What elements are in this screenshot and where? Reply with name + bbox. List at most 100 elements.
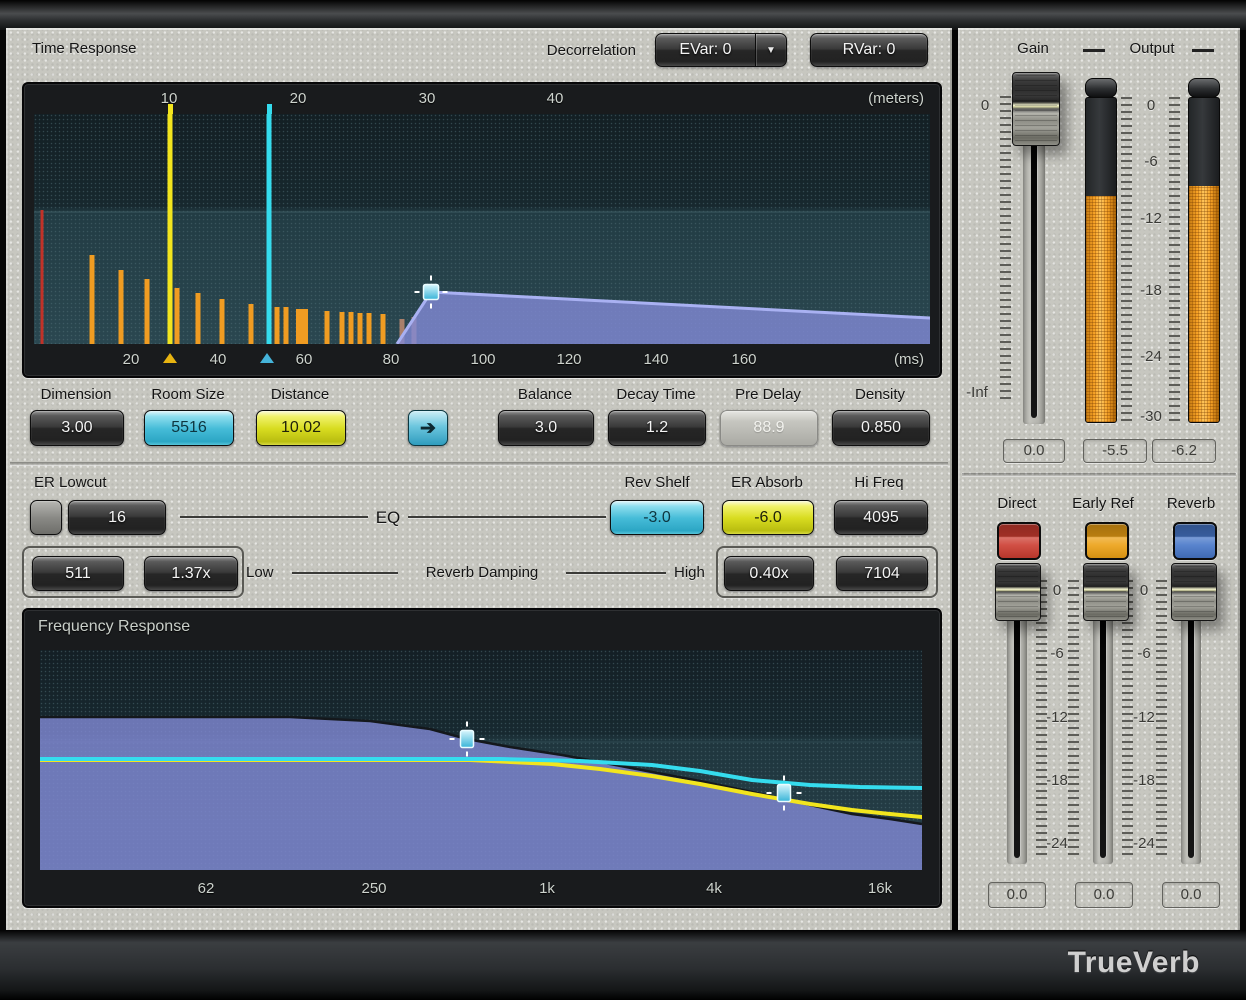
pre-delay-label: Pre Delay bbox=[720, 386, 816, 403]
early-reflection-bar bbox=[275, 307, 280, 344]
rev-shelf-value-button[interactable]: -3.0 bbox=[610, 500, 704, 535]
reverb-value-box[interactable]: 0.0 bbox=[1162, 882, 1220, 908]
evar-value: EVar: 0 bbox=[656, 41, 755, 59]
meter-scale-ticks bbox=[1121, 97, 1132, 421]
early-reflection-bar bbox=[220, 299, 225, 344]
early-ref-mute-button[interactable] bbox=[1085, 522, 1129, 560]
direct-fader-handle[interactable] bbox=[995, 563, 1041, 621]
density-value-button[interactable]: 0.850 bbox=[832, 410, 930, 446]
fader-scale-label: -18 bbox=[1046, 772, 1068, 789]
fader-scale-label: 0 bbox=[1053, 582, 1061, 599]
gain-scale-top: 0 bbox=[981, 97, 989, 114]
early-reflection-bar bbox=[145, 279, 150, 344]
er-absorb-value-button[interactable]: -6.0 bbox=[722, 500, 814, 535]
damping-low-freq-button[interactable]: 511 bbox=[32, 556, 124, 591]
output-label: Output bbox=[1110, 40, 1194, 57]
hi-freq-value-button[interactable]: 4095 bbox=[834, 500, 928, 535]
brand-logo: TrueVerb bbox=[1068, 946, 1200, 980]
output-right-value-box[interactable]: -6.2 bbox=[1152, 439, 1216, 463]
axis-label: 140 bbox=[643, 351, 668, 368]
output-left-value-box[interactable]: -5.5 bbox=[1083, 439, 1147, 463]
damping-high-label: High bbox=[674, 564, 705, 581]
reverb-envelope-handle[interactable] bbox=[424, 285, 439, 300]
balance-value-button[interactable]: 3.0 bbox=[498, 410, 594, 446]
meter-scale-label: -6 bbox=[1144, 153, 1157, 170]
axis-label: 1k bbox=[539, 880, 555, 897]
early-reflection-bar bbox=[358, 313, 363, 344]
meter-fill-left bbox=[1086, 196, 1116, 422]
gain-fader-handle[interactable] bbox=[1012, 72, 1060, 146]
decay-time-label: Decay Time bbox=[608, 386, 704, 403]
er-absorb-label: ER Absorb bbox=[712, 474, 822, 491]
fader-scale-ticks bbox=[1068, 580, 1079, 856]
pre-delay-value-button[interactable]: 88.9 bbox=[720, 410, 818, 446]
direct-mute-button[interactable] bbox=[997, 522, 1041, 560]
fader-scale-label: -24 bbox=[1046, 835, 1068, 852]
meter-scale-label: -12 bbox=[1140, 210, 1162, 227]
rvar-button[interactable]: RVar: 0 bbox=[810, 33, 928, 67]
er-lowcut-label: ER Lowcut bbox=[34, 474, 107, 491]
dimension-value-button[interactable]: 3.00 bbox=[30, 410, 124, 446]
density-label: Density bbox=[832, 386, 928, 403]
meter-scale-label: -30 bbox=[1140, 408, 1162, 425]
direct-sound-line bbox=[41, 210, 44, 344]
room-size-value-button[interactable]: 5516 bbox=[144, 410, 234, 446]
room-size-label: Room Size bbox=[144, 386, 232, 403]
right-arrow-icon: ➔ bbox=[420, 417, 436, 440]
hi-freq-handle[interactable] bbox=[778, 785, 791, 802]
master-panel: Gain Output 0 -Inf 0 -6 -12 -18 -24 -30 … bbox=[958, 28, 1240, 932]
balance-label: Balance bbox=[498, 386, 592, 403]
link-arrow-button[interactable]: ➔ bbox=[408, 410, 448, 446]
damping-connector-line bbox=[292, 572, 398, 574]
chevron-down-icon[interactable]: ▼ bbox=[755, 34, 786, 66]
axis-label: 62 bbox=[198, 880, 215, 897]
early-reflection-bar bbox=[381, 314, 386, 344]
distance-label: Distance bbox=[256, 386, 344, 403]
gain-scale-bottom: -Inf bbox=[966, 384, 988, 401]
damping-high-freq-button[interactable]: 7104 bbox=[836, 556, 928, 591]
axis-label: 40 bbox=[547, 90, 564, 107]
fader-scale-label: -12 bbox=[1133, 709, 1155, 726]
window-bottom-strip: TrueVerb bbox=[0, 930, 1246, 1000]
reverb-mute-button[interactable] bbox=[1173, 522, 1217, 560]
early-reflection-bar bbox=[175, 288, 180, 344]
damping-low-ratio-button[interactable]: 1.37x bbox=[144, 556, 238, 591]
trueverb-window: Time Response Decorrelation EVar: 0 ▼ RV… bbox=[0, 0, 1246, 1000]
early-ref-value-box[interactable]: 0.0 bbox=[1075, 882, 1133, 908]
gain-scale-ticks bbox=[1000, 96, 1011, 402]
gain-label: Gain bbox=[993, 40, 1073, 57]
er-marker-triangle[interactable] bbox=[163, 353, 177, 363]
distance-value-button[interactable]: 10.02 bbox=[256, 410, 346, 446]
early-ref-label: Early Ref bbox=[1061, 495, 1145, 512]
decay-time-value-button[interactable]: 1.2 bbox=[608, 410, 706, 446]
damping-high-ratio-button[interactable]: 0.40x bbox=[724, 556, 814, 591]
early-reflection-bar bbox=[196, 293, 201, 344]
fader-scale-label: -24 bbox=[1133, 835, 1155, 852]
axis-label: 80 bbox=[383, 351, 400, 368]
gain-fader-slot bbox=[1031, 100, 1037, 418]
meter-cap-right bbox=[1188, 78, 1220, 98]
direct-value-box[interactable]: 0.0 bbox=[988, 882, 1046, 908]
axis-label: 4k bbox=[706, 880, 722, 897]
reverb-marker-triangle[interactable] bbox=[260, 353, 274, 363]
section-divider bbox=[10, 462, 948, 466]
shelf-frequency-handle[interactable] bbox=[461, 731, 474, 748]
fader-scale-ticks bbox=[1156, 580, 1167, 856]
meter-scale-ticks bbox=[1169, 97, 1180, 421]
er-lowcut-value-button[interactable]: 16 bbox=[68, 500, 166, 535]
section-divider bbox=[962, 473, 1236, 477]
axis-unit: (meters) bbox=[868, 90, 924, 107]
meter-scale-label: 0 bbox=[1147, 97, 1155, 114]
early-ref-fader-slot bbox=[1100, 580, 1106, 858]
er-distance-line bbox=[168, 114, 173, 344]
fader-scale-label: -6 bbox=[1137, 645, 1150, 662]
evar-dropdown[interactable]: EVar: 0 ▼ bbox=[655, 33, 787, 67]
gain-value-box[interactable]: 0.0 bbox=[1003, 439, 1065, 463]
damping-low-label: Low bbox=[246, 564, 274, 581]
reverb-fader-handle[interactable] bbox=[1171, 563, 1217, 621]
early-reflection-bar bbox=[249, 304, 254, 344]
er-lowcut-toggle[interactable] bbox=[30, 500, 62, 535]
early-ref-fader-handle[interactable] bbox=[1083, 563, 1129, 621]
dimension-label: Dimension bbox=[30, 386, 122, 403]
axis-label: 60 bbox=[296, 351, 313, 368]
